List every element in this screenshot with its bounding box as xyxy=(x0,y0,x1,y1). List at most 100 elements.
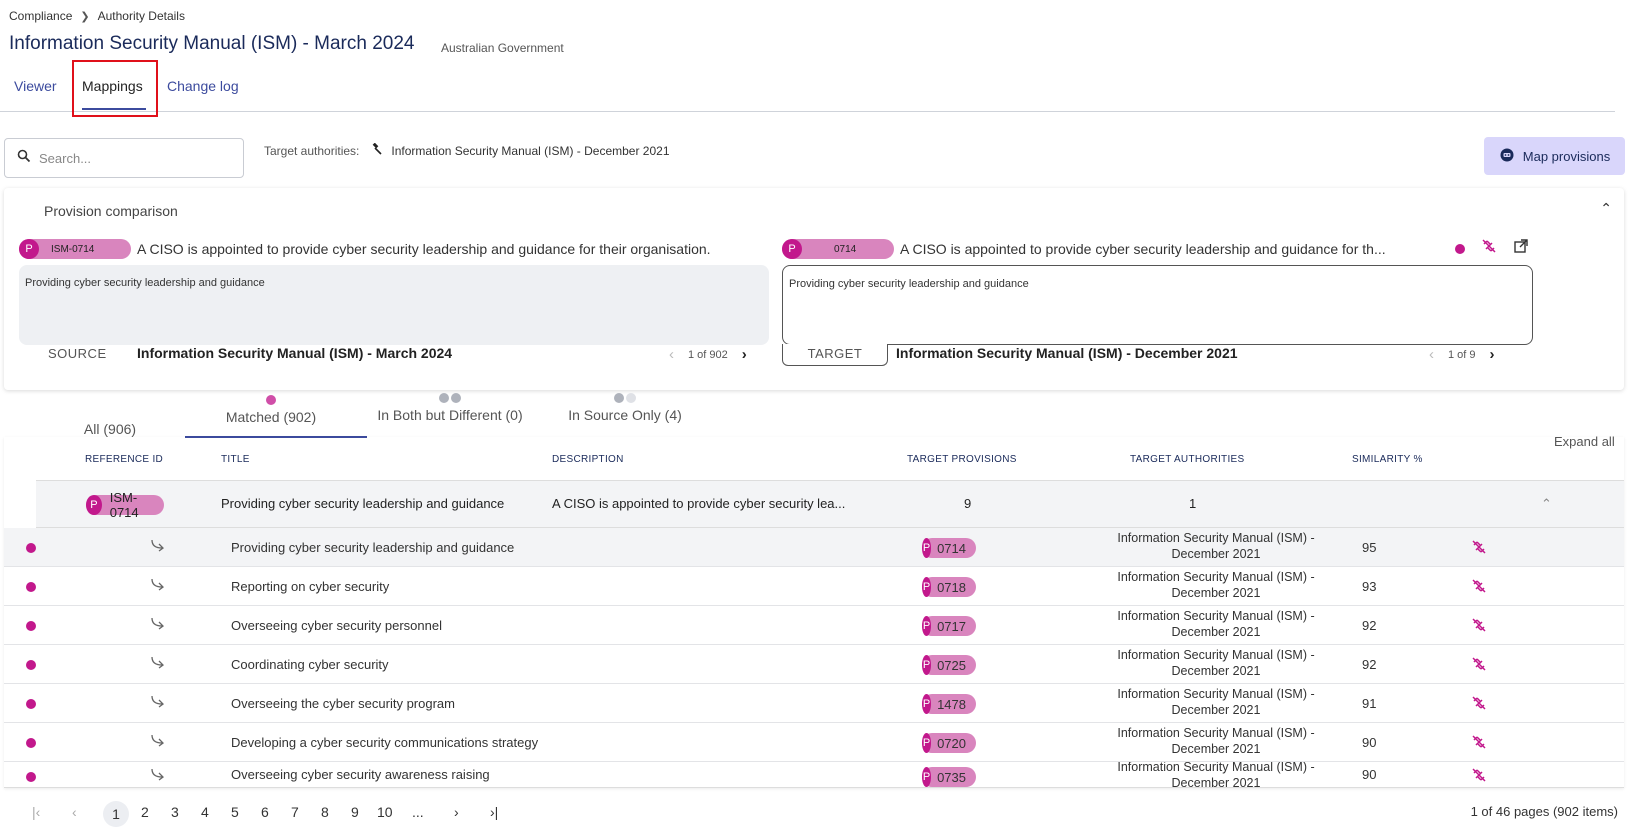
mapping-arrow-icon xyxy=(150,655,168,672)
page-button[interactable]: 3 xyxy=(171,804,179,820)
page-button[interactable]: 7 xyxy=(291,804,299,820)
filter-source-only[interactable]: In Source Only (4) xyxy=(560,393,690,423)
status-dot-icon xyxy=(614,393,624,403)
tab-bar: Viewer Mappings Change log xyxy=(0,62,1615,112)
table-row[interactable]: Coordinating cyber security P 0725 Inform… xyxy=(4,645,1624,684)
row-similarity: 92 xyxy=(1362,657,1377,672)
status-dot-icon xyxy=(451,393,461,403)
row-title: Providing cyber security leadership and … xyxy=(231,540,515,555)
unlink-icon[interactable] xyxy=(1471,734,1487,753)
mapping-arrow-icon xyxy=(150,538,168,555)
row-authority: Information Security Manual (ISM) - Decem… xyxy=(1117,726,1315,756)
external-link-icon[interactable] xyxy=(1513,238,1529,259)
header-reference-id[interactable]: REFERENCE ID xyxy=(85,454,163,465)
source-text-box: Providing cyber security leadership and … xyxy=(19,265,769,345)
row-authority: Information Security Manual (ISM) - Decem… xyxy=(1117,531,1315,561)
unlink-icon[interactable] xyxy=(1471,617,1487,636)
header-target-authorities[interactable]: TARGET AUTHORITIES xyxy=(1130,454,1245,465)
breadcrumb-root[interactable]: Compliance xyxy=(9,9,72,23)
table-row[interactable]: Developing a cyber security communicatio… xyxy=(4,723,1624,762)
provision-badge: P 1478 xyxy=(922,694,976,714)
chevron-right-icon[interactable]: › xyxy=(742,346,747,363)
filter-both-different[interactable]: In Both but Different (0) xyxy=(370,393,530,423)
table-row[interactable]: Overseeing cyber security personnel P 071… xyxy=(4,606,1624,645)
page-button[interactable]: 2 xyxy=(141,804,149,820)
header-title[interactable]: TITLE xyxy=(221,454,250,465)
filter-all[interactable]: All (906) xyxy=(60,407,160,437)
robot-icon xyxy=(1499,147,1515,166)
tab-change-log[interactable]: Change log xyxy=(167,78,239,94)
filter-matched[interactable]: Matched (902) xyxy=(200,395,342,425)
first-page-icon[interactable]: |‹ xyxy=(32,804,40,820)
mapping-arrow-icon xyxy=(150,577,168,594)
chevron-up-icon[interactable]: ⌃ xyxy=(1600,200,1612,217)
next-page-icon[interactable]: › xyxy=(454,804,459,820)
page-button[interactable]: 6 xyxy=(261,804,269,820)
mapping-arrow-icon xyxy=(150,767,168,784)
expand-all-link[interactable]: Expand all xyxy=(1554,434,1615,449)
provision-comparison-panel: Provision comparison ⌃ P ISM-0714 A CISO … xyxy=(4,188,1624,390)
table-group-row[interactable]: P ISM-0714 Providing cyber security leade… xyxy=(36,480,1624,528)
header-description[interactable]: DESCRIPTION xyxy=(552,454,624,465)
provision-badge: P 0714 xyxy=(922,538,976,558)
unlink-icon[interactable] xyxy=(1481,238,1497,259)
breadcrumb-current: Authority Details xyxy=(97,9,185,23)
unlink-icon[interactable] xyxy=(1471,767,1487,786)
page-button[interactable]: 10 xyxy=(377,804,393,820)
page-button[interactable]: 9 xyxy=(351,804,359,820)
header-target-provisions[interactable]: TARGET PROVISIONS xyxy=(907,454,1017,465)
tab-viewer[interactable]: Viewer xyxy=(14,78,57,94)
row-title: Overseeing cyber security awareness rais… xyxy=(231,767,490,782)
chevron-up-icon[interactable]: ⌃ xyxy=(1541,496,1552,512)
map-provisions-button[interactable]: Map provisions xyxy=(1484,137,1625,175)
page-button[interactable]: ... xyxy=(412,804,424,820)
matched-dot-icon xyxy=(266,395,276,405)
last-page-icon[interactable]: ›| xyxy=(490,804,498,820)
target-heading: A CISO is appointed to provide cyber sec… xyxy=(900,241,1386,257)
page-button[interactable]: 1 xyxy=(103,801,129,827)
row-similarity: 90 xyxy=(1362,735,1377,750)
source-label: SOURCE xyxy=(48,346,107,361)
row-title: Overseeing the cyber security program xyxy=(231,696,455,711)
row-similarity: 90 xyxy=(1362,767,1377,782)
match-status-dot xyxy=(26,543,36,553)
row-similarity: 92 xyxy=(1362,618,1377,633)
page-button[interactable]: 8 xyxy=(321,804,329,820)
unlink-icon[interactable] xyxy=(1471,578,1487,597)
search-input[interactable] xyxy=(39,150,219,166)
row-similarity: 93 xyxy=(1362,579,1377,594)
page-button[interactable]: 4 xyxy=(201,804,209,820)
row-title: Coordinating cyber security xyxy=(231,657,389,672)
chevron-left-icon[interactable]: ‹ xyxy=(1429,346,1434,363)
chevron-right-icon[interactable]: › xyxy=(1490,346,1495,363)
mapping-arrow-icon xyxy=(150,616,168,633)
unlink-icon[interactable] xyxy=(1471,656,1487,675)
unlink-icon[interactable] xyxy=(1471,695,1487,714)
target-text-box: Providing cyber security leadership and … xyxy=(782,265,1533,345)
source-heading: A CISO is appointed to provide cyber sec… xyxy=(137,241,711,257)
match-status-dot xyxy=(26,582,36,592)
table-row[interactable]: Overseeing cyber security awareness rais… xyxy=(4,762,1624,788)
provision-badge: P 0735 xyxy=(922,767,976,787)
prev-page-icon[interactable]: ‹ xyxy=(72,804,77,820)
provision-badge: P ISM-0714 xyxy=(86,490,164,520)
page-button[interactable]: 5 xyxy=(231,804,239,820)
mapping-arrow-icon xyxy=(150,694,168,711)
target-authorities: Target authorities: Information Security… xyxy=(264,142,670,158)
table-row[interactable]: Reporting on cyber security P 0718 Inform… xyxy=(4,567,1624,606)
source-header: P ISM-0714 A CISO is appointed to provide… xyxy=(19,239,711,259)
provision-badge: P 0714 xyxy=(782,239,894,259)
table-row[interactable]: Overseeing the cyber security program P1… xyxy=(4,684,1624,723)
chevron-left-icon[interactable]: ‹ xyxy=(669,346,674,363)
unlink-icon[interactable] xyxy=(1471,539,1487,558)
target-authorities-value[interactable]: Information Security Manual (ISM) - Dece… xyxy=(391,144,669,158)
row-title: Developing a cyber security communicatio… xyxy=(231,735,539,750)
match-status-dot xyxy=(26,772,36,782)
provision-badge: P ISM-0714 xyxy=(19,239,131,259)
row-authority: Information Security Manual (ISM) - Decem… xyxy=(1117,609,1315,639)
header-similarity[interactable]: SIMILARITY % xyxy=(1352,454,1423,465)
table-row[interactable]: Providing cyber security leadership and … xyxy=(4,528,1624,567)
mapping-arrow-icon xyxy=(150,733,168,750)
search-box xyxy=(4,138,244,178)
gavel-icon xyxy=(371,142,383,158)
